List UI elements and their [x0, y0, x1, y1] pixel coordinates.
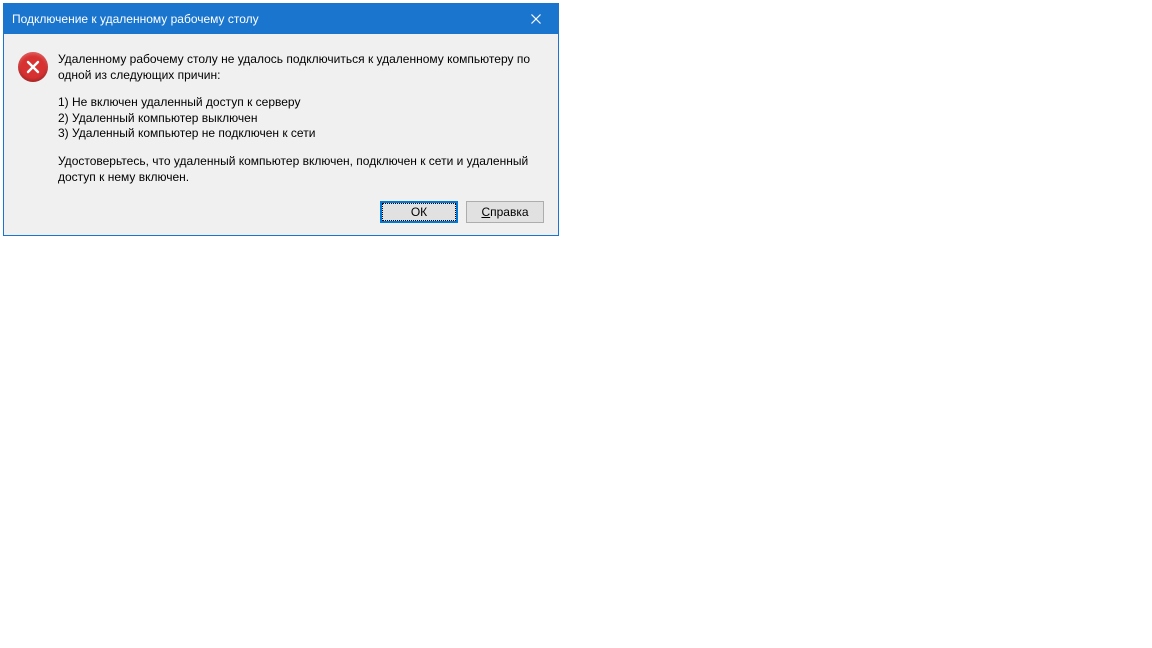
reason-2: 2) Удаленный компьютер выключен [58, 111, 257, 125]
ok-button[interactable]: ОК [380, 201, 458, 223]
content-row: Удаленному рабочему столу не удалось под… [18, 52, 544, 185]
icon-cell [18, 52, 58, 82]
error-dialog: Подключение к удаленному рабочему столу … [3, 3, 559, 236]
button-row: ОК Справка [18, 201, 544, 223]
message-text: Удаленному рабочему столу не удалось под… [58, 52, 544, 185]
help-button[interactable]: Справка [466, 201, 544, 223]
dialog-title: Подключение к удаленному рабочему столу [12, 12, 513, 26]
titlebar[interactable]: Подключение к удаленному рабочему столу [4, 4, 558, 34]
dialog-body: Удаленному рабочему столу не удалось под… [4, 34, 558, 235]
message-intro: Удаленному рабочему столу не удалось под… [58, 52, 544, 83]
reason-3: 3) Удаленный компьютер не подключен к се… [58, 126, 315, 140]
help-label: Справка [481, 205, 528, 219]
ok-label: ОК [411, 205, 427, 219]
error-icon [18, 52, 48, 82]
reason-1: 1) Не включен удаленный доступ к серверу [58, 95, 300, 109]
close-button[interactable] [513, 4, 558, 34]
message-advice: Удостоверьтесь, что удаленный компьютер … [58, 154, 544, 185]
close-icon [531, 14, 541, 24]
message-reasons: 1) Не включен удаленный доступ к серверу… [58, 95, 544, 142]
